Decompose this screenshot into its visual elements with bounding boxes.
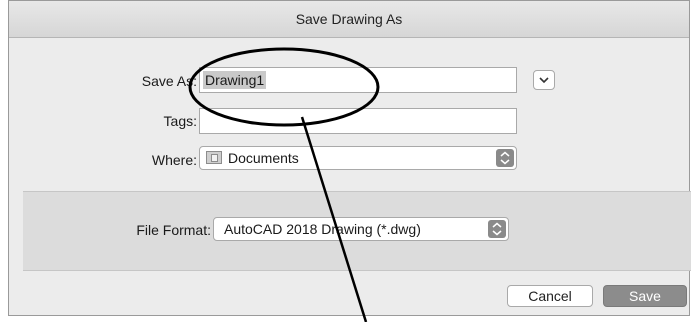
file-format-value: AutoCAD 2018 Drawing (*.dwg) xyxy=(224,221,421,237)
tags-input[interactable] xyxy=(199,108,517,134)
save-as-value: Drawing1 xyxy=(203,71,267,89)
where-label: Where: xyxy=(151,152,197,168)
folder-icon xyxy=(206,151,222,164)
save-as-input[interactable]: Drawing1 xyxy=(199,67,517,93)
dialog-title: Save Drawing As xyxy=(9,1,689,38)
save-as-label: Save As: xyxy=(141,73,197,89)
where-value: Documents xyxy=(228,150,299,166)
file-format-label: File Format: xyxy=(136,222,211,238)
file-format-popup[interactable]: AutoCAD 2018 Drawing (*.dwg) xyxy=(213,217,509,241)
chevron-up-down-icon xyxy=(488,220,506,238)
save-button[interactable]: Save xyxy=(603,285,687,307)
expand-dialog-button[interactable] xyxy=(533,70,555,90)
file-format-panel: File Format: AutoCAD 2018 Drawing (*.dwg… xyxy=(23,191,691,271)
tags-label: Tags: xyxy=(163,113,197,129)
where-popup[interactable]: Documents xyxy=(199,146,517,170)
chevron-up-down-icon xyxy=(496,149,514,167)
chevron-down-icon xyxy=(539,77,549,84)
cancel-button[interactable]: Cancel xyxy=(507,285,593,307)
tags-value xyxy=(203,112,207,130)
save-dialog: Save Drawing As Save As: Drawing1 Tags: … xyxy=(8,0,691,316)
